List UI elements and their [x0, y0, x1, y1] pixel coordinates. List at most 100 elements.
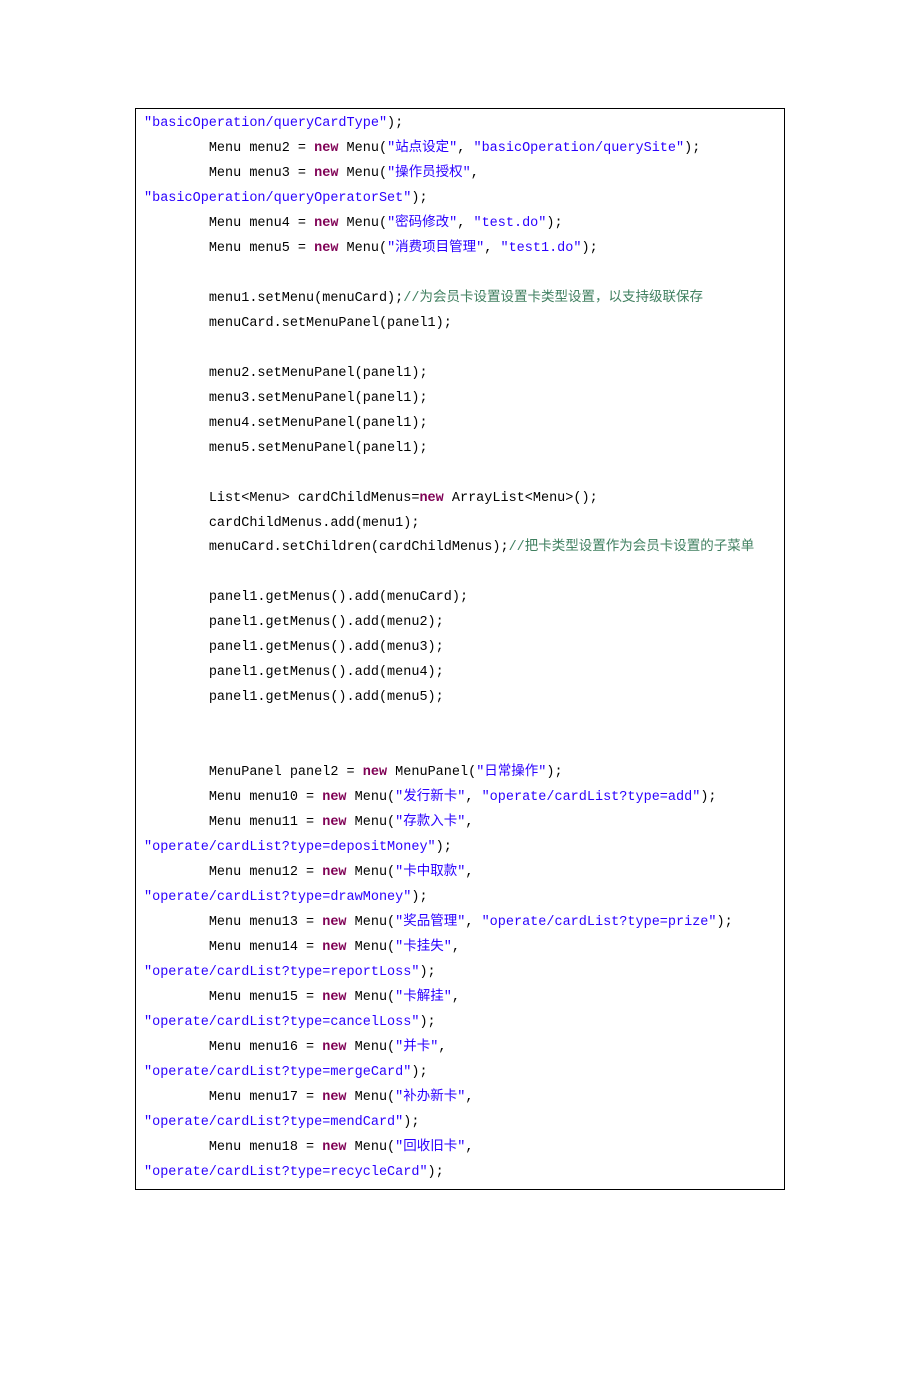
code-token: new [314, 166, 338, 181]
code-token: ArrayList<Menu>(); [444, 491, 598, 506]
code-token: panel1.getMenus().add(menu3); [144, 640, 444, 655]
code-token: "存款入卡" [395, 815, 465, 830]
code-token: "operate/cardList?type=mendCard" [144, 1115, 403, 1130]
code-token: MenuPanel panel2 = [144, 765, 363, 780]
code-token: , [452, 940, 468, 955]
code-token: "奖品管理" [395, 915, 465, 930]
code-token: menuCard.setChildren(cardChildMenus); [144, 540, 509, 555]
code-token: new [322, 790, 346, 805]
code-token: Menu menu5 = [144, 241, 314, 256]
code-token: menu5.setMenuPanel(panel1); [144, 441, 428, 456]
code-token: , [452, 990, 468, 1005]
code-token: "补办新卡" [395, 1090, 465, 1105]
code-token: Menu menu17 = [144, 1090, 322, 1105]
code-block: "basicOperation/queryCardType"); Menu me… [135, 108, 785, 1190]
code-token: cardChildMenus.add(menu1); [144, 516, 419, 531]
code-token: ); [546, 216, 562, 231]
code-token: ); [411, 1065, 427, 1080]
code-token: "operate/cardList?type=reportLoss" [144, 965, 419, 980]
code-token: Menu( [347, 940, 396, 955]
code-token: , [465, 915, 481, 930]
code-token: "operate/cardList?type=recycleCard" [144, 1165, 428, 1180]
code-token: "消费项目管理" [387, 241, 484, 256]
code-token: ); [581, 241, 597, 256]
code-token: new [322, 1090, 346, 1105]
code-token: "发行新卡" [395, 790, 465, 805]
code-token: new [322, 1040, 346, 1055]
code-token: new [322, 940, 346, 955]
code-token [144, 341, 209, 356]
code-token: Menu menu12 = [144, 865, 322, 880]
code-token: "test1.do" [500, 241, 581, 256]
code-token: "回收旧卡" [395, 1140, 465, 1155]
document-page: "basicOperation/queryCardType"); Menu me… [0, 0, 920, 1390]
code-token: new [322, 865, 346, 880]
code-token: , [465, 790, 481, 805]
code-token: Menu menu10 = [144, 790, 322, 805]
code-token: , [484, 241, 500, 256]
code-token: ); [546, 765, 562, 780]
code-token: Menu menu2 = [144, 141, 314, 156]
code-token: "并卡" [395, 1040, 438, 1055]
code-token: , [471, 166, 487, 181]
code-token: new [419, 491, 443, 506]
code-token: , [465, 1090, 481, 1105]
code-token: ); [684, 141, 700, 156]
code-token: "operate/cardList?type=drawMoney" [144, 890, 411, 905]
code-token: Menu( [347, 815, 396, 830]
code-token: new [322, 1140, 346, 1155]
code-token: ); [411, 191, 427, 206]
code-token: Menu( [338, 166, 387, 181]
code-token: ); [428, 1165, 444, 1180]
code-token: ); [717, 915, 733, 930]
code-token: "operate/cardList?type=add" [482, 790, 701, 805]
code-token: "operate/cardList?type=depositMoney" [144, 840, 436, 855]
code-token: Menu menu16 = [144, 1040, 322, 1055]
code-token: panel1.getMenus().add(menu2); [144, 615, 444, 630]
code-token [144, 266, 209, 281]
code-token: Menu menu15 = [144, 990, 322, 1005]
code-token: Menu( [347, 1090, 396, 1105]
code-token: menu3.setMenuPanel(panel1); [144, 391, 428, 406]
code-token: "operate/cardList?type=prize" [482, 915, 717, 930]
code-token: panel1.getMenus().add(menu4); [144, 665, 444, 680]
code-token: panel1.getMenus().add(menuCard); [144, 590, 468, 605]
code-token: //为会员卡设置设置卡类型设置，以支持级联保存 [403, 291, 703, 306]
code-token: Menu( [338, 141, 387, 156]
code-token: menu1.setMenu(menuCard); [144, 291, 403, 306]
code-token [144, 740, 209, 755]
code-token: "操作员授权" [387, 166, 471, 181]
code-token: //把卡类型设置作为会员卡设置的子菜单 [509, 540, 755, 555]
code-token: menu4.setMenuPanel(panel1); [144, 416, 428, 431]
code-token: ); [403, 1115, 419, 1130]
code-token: Menu menu3 = [144, 166, 314, 181]
code-token: , [465, 815, 481, 830]
code-token: , [457, 216, 473, 231]
code-token: "operate/cardList?type=cancelLoss" [144, 1015, 419, 1030]
code-token: , [438, 1040, 454, 1055]
code-token: , [465, 865, 481, 880]
code-token: Menu( [347, 915, 396, 930]
code-token: Menu menu4 = [144, 216, 314, 231]
code-token: panel1.getMenus().add(menu5); [144, 690, 444, 705]
code-token: "日常操作" [476, 765, 546, 780]
code-token: ); [411, 890, 427, 905]
code-token: new [322, 815, 346, 830]
code-token: "operate/cardList?type=mergeCard" [144, 1065, 411, 1080]
code-token: , [457, 141, 473, 156]
code-token [144, 715, 209, 730]
code-token: new [363, 765, 387, 780]
code-token: new [314, 241, 338, 256]
code-token: new [314, 141, 338, 156]
code-token: ); [436, 840, 452, 855]
code-token: "basicOperation/queryOperatorSet" [144, 191, 411, 206]
code-token: menu2.setMenuPanel(panel1); [144, 366, 428, 381]
code-token [144, 565, 209, 580]
code-token: Menu menu14 = [144, 940, 322, 955]
code-token: "卡中取款" [395, 865, 465, 880]
code-token: List<Menu> cardChildMenus= [144, 491, 419, 506]
code-token: Menu( [347, 865, 396, 880]
code-token: MenuPanel( [387, 765, 476, 780]
code-token: new [314, 216, 338, 231]
code-token: "卡解挂" [395, 990, 452, 1005]
